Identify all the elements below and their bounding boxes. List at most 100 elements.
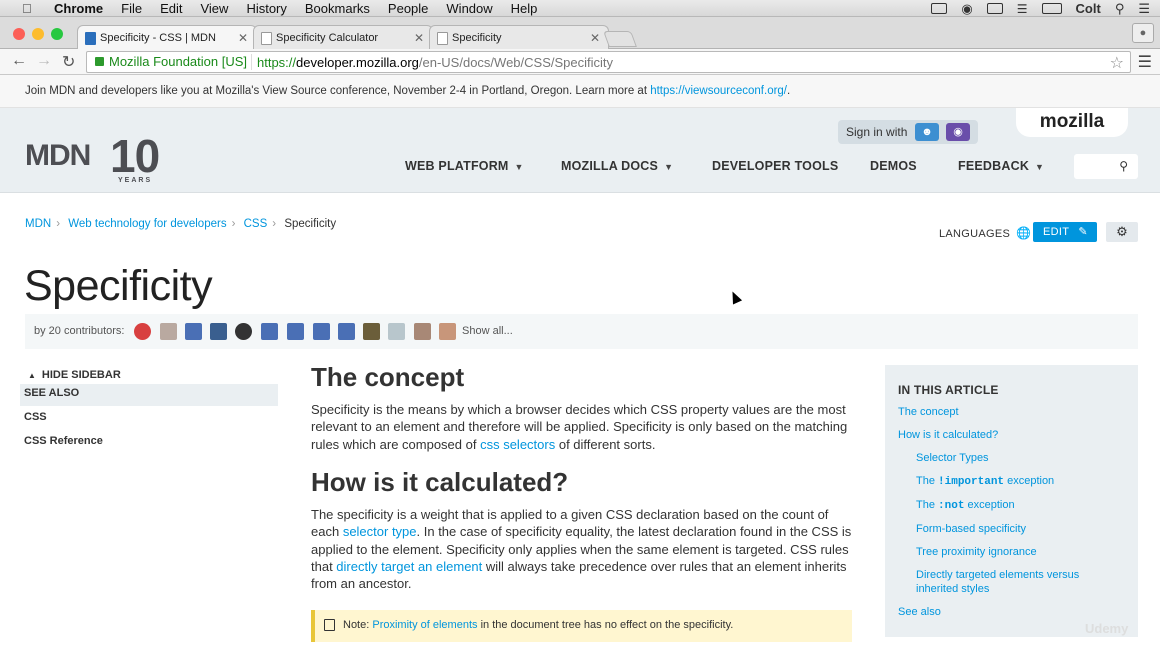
notification-icon[interactable]: ☰ bbox=[1138, 1, 1150, 17]
hide-sidebar-toggle[interactable]: ▲ HIDE SIDEBAR bbox=[28, 369, 121, 381]
avatar[interactable] bbox=[388, 323, 405, 340]
forward-arrow-icon[interactable]: → bbox=[36, 52, 52, 70]
menu-help[interactable]: Help bbox=[511, 1, 538, 16]
toc-link-calculated[interactable]: How is it calculated? bbox=[898, 428, 1138, 442]
ev-certificate-badge[interactable]: Mozilla Foundation [US] bbox=[89, 54, 253, 70]
url-text[interactable]: https://developer.mozilla.org/en-US/docs… bbox=[257, 55, 613, 71]
breadcrumb-web-tech[interactable]: Web technology for developers bbox=[68, 218, 226, 230]
toc-link-directly-targeted[interactable]: Directly targeted elements versus inheri… bbox=[916, 568, 1106, 596]
new-tab-button[interactable] bbox=[603, 31, 637, 47]
close-tab-icon[interactable]: ✕ bbox=[238, 31, 248, 45]
search-icon[interactable]: ⚲ bbox=[1119, 159, 1128, 173]
battery-icon[interactable] bbox=[1041, 3, 1062, 14]
nav-developer-tools[interactable]: DEVELOPER TOOLS bbox=[712, 159, 838, 173]
avatar[interactable] bbox=[313, 323, 330, 340]
sidebar-see-also-heading: SEE ALSO bbox=[20, 384, 278, 406]
tab-title: Specificity Calculator bbox=[276, 32, 379, 44]
avatar[interactable] bbox=[338, 323, 355, 340]
menu-file[interactable]: File bbox=[121, 1, 142, 16]
in-this-article-toc: IN THIS ARTICLE The concept How is it ca… bbox=[885, 365, 1138, 637]
avatar[interactable] bbox=[414, 323, 431, 340]
mdn-logo[interactable]: MDN 10 YEARS bbox=[25, 130, 160, 184]
sidebar-item-css[interactable]: CSS bbox=[20, 408, 278, 430]
breadcrumb-css[interactable]: CSS bbox=[244, 218, 268, 230]
spotlight-icon[interactable]: ⚲ bbox=[1115, 1, 1125, 17]
tab-specificity[interactable]: Specificity ✕ bbox=[429, 25, 609, 49]
gear-icon: ⚙ bbox=[1116, 224, 1128, 239]
toc-link-concept[interactable]: The concept bbox=[898, 405, 1138, 419]
toc-link-selector-types[interactable]: Selector Types bbox=[916, 451, 1138, 465]
toc-link-see-also[interactable]: See also bbox=[898, 605, 1138, 619]
calc-paragraph: The specificity is a weight that is appl… bbox=[311, 507, 852, 592]
minimize-window-button[interactable] bbox=[32, 28, 44, 40]
menu-edit[interactable]: Edit bbox=[160, 1, 182, 16]
toc-link-not[interactable]: The :not exception bbox=[916, 498, 1138, 513]
proximity-link[interactable]: Proximity of elements bbox=[372, 619, 477, 631]
toc-link-important[interactable]: The !important exception bbox=[916, 474, 1138, 489]
menu-people[interactable]: People bbox=[388, 1, 428, 16]
menu-history[interactable]: History bbox=[246, 1, 286, 16]
close-tab-icon[interactable]: ✕ bbox=[414, 31, 424, 45]
avatar[interactable] bbox=[160, 323, 177, 340]
address-bar[interactable]: Mozilla Foundation [US] https://develope… bbox=[86, 51, 1131, 73]
conference-banner: Join MDN and developers like you at Mozi… bbox=[0, 75, 1160, 108]
edit-button[interactable]: EDIT ✎ bbox=[1033, 222, 1097, 242]
directly-target-link[interactable]: directly target an element bbox=[336, 559, 482, 574]
nav-feedback[interactable]: FEEDBACK ▼ bbox=[958, 159, 1044, 173]
tab-mdn[interactable]: Specificity - CSS | MDN ✕ bbox=[77, 25, 257, 50]
wifi-icon[interactable]: ☰ bbox=[1017, 2, 1028, 16]
menu-view[interactable]: View bbox=[200, 1, 228, 16]
nav-web-platform[interactable]: WEB PLATFORM ▼ bbox=[405, 159, 524, 173]
avatar[interactable] bbox=[363, 323, 380, 340]
tab-calculator[interactable]: Specificity Calculator ✕ bbox=[253, 25, 433, 49]
avatar[interactable] bbox=[439, 323, 456, 340]
nav-mozilla-docs[interactable]: MOZILLA DOCS ▼ bbox=[561, 159, 673, 173]
screen-icon[interactable] bbox=[931, 3, 948, 14]
menu-bookmarks[interactable]: Bookmarks bbox=[305, 1, 370, 16]
profile-icon[interactable]: ● bbox=[1132, 23, 1154, 43]
conference-link[interactable]: https://viewsourceconf.org/ bbox=[650, 85, 787, 97]
bookmark-star-icon[interactable]: ☆ bbox=[1110, 53, 1124, 73]
caret-up-icon: ▲ bbox=[28, 371, 36, 380]
maximize-window-button[interactable] bbox=[51, 28, 63, 40]
github-signin-icon[interactable]: ◉ bbox=[946, 123, 970, 141]
back-arrow-icon[interactable]: ← bbox=[11, 52, 27, 70]
page-title: Specificity bbox=[24, 262, 213, 310]
user-name[interactable]: Colt bbox=[1076, 1, 1101, 16]
close-tab-icon[interactable]: ✕ bbox=[590, 31, 600, 45]
avatar[interactable] bbox=[287, 323, 304, 340]
chevron-down-icon: ▼ bbox=[1035, 162, 1045, 172]
menu-app[interactable]: Chrome bbox=[54, 1, 103, 16]
note-icon bbox=[324, 619, 335, 631]
sidebar-item-css-reference[interactable]: CSS Reference bbox=[20, 432, 278, 454]
creative-cloud-icon[interactable]: ◉ bbox=[961, 1, 972, 17]
breadcrumb-mdn[interactable]: MDN bbox=[25, 218, 51, 230]
css-selectors-link[interactable]: css selectors bbox=[480, 437, 555, 452]
toc-heading: IN THIS ARTICLE bbox=[898, 383, 999, 397]
apple-icon[interactable]:  bbox=[22, 1, 42, 16]
sign-in-bar: Sign in with ☻ ◉ bbox=[838, 120, 978, 144]
airplay-icon[interactable] bbox=[986, 3, 1003, 14]
avatar[interactable] bbox=[235, 323, 252, 340]
page-icon bbox=[261, 32, 272, 45]
mozilla-tab[interactable]: mozilla bbox=[1016, 108, 1128, 137]
languages-menu[interactable]: LANGUAGES 🌐 bbox=[939, 226, 1031, 240]
reload-icon[interactable]: ↻ bbox=[62, 52, 75, 72]
chrome-menu-icon[interactable]: ☰ bbox=[1138, 52, 1152, 72]
persona-signin-icon[interactable]: ☻ bbox=[915, 123, 939, 141]
udemy-watermark: Udemy bbox=[1085, 621, 1129, 636]
avatar[interactable] bbox=[185, 323, 202, 340]
nav-demos[interactable]: DEMOS bbox=[870, 159, 917, 173]
toc-link-tree-proximity[interactable]: Tree proximity ignorance bbox=[916, 545, 1138, 559]
avatar[interactable] bbox=[134, 323, 151, 340]
chevron-down-icon: ▼ bbox=[664, 162, 674, 172]
menu-window[interactable]: Window bbox=[446, 1, 492, 16]
selector-type-link[interactable]: selector type bbox=[343, 524, 417, 539]
avatar[interactable] bbox=[261, 323, 278, 340]
site-search-input[interactable]: ⚲ bbox=[1074, 154, 1138, 179]
avatar[interactable] bbox=[210, 323, 227, 340]
close-window-button[interactable] bbox=[13, 28, 25, 40]
settings-gear-button[interactable]: ⚙ bbox=[1106, 222, 1138, 242]
show-all-contributors-link[interactable]: Show all... bbox=[462, 314, 513, 349]
toc-link-form-based[interactable]: Form-based specificity bbox=[916, 522, 1138, 536]
